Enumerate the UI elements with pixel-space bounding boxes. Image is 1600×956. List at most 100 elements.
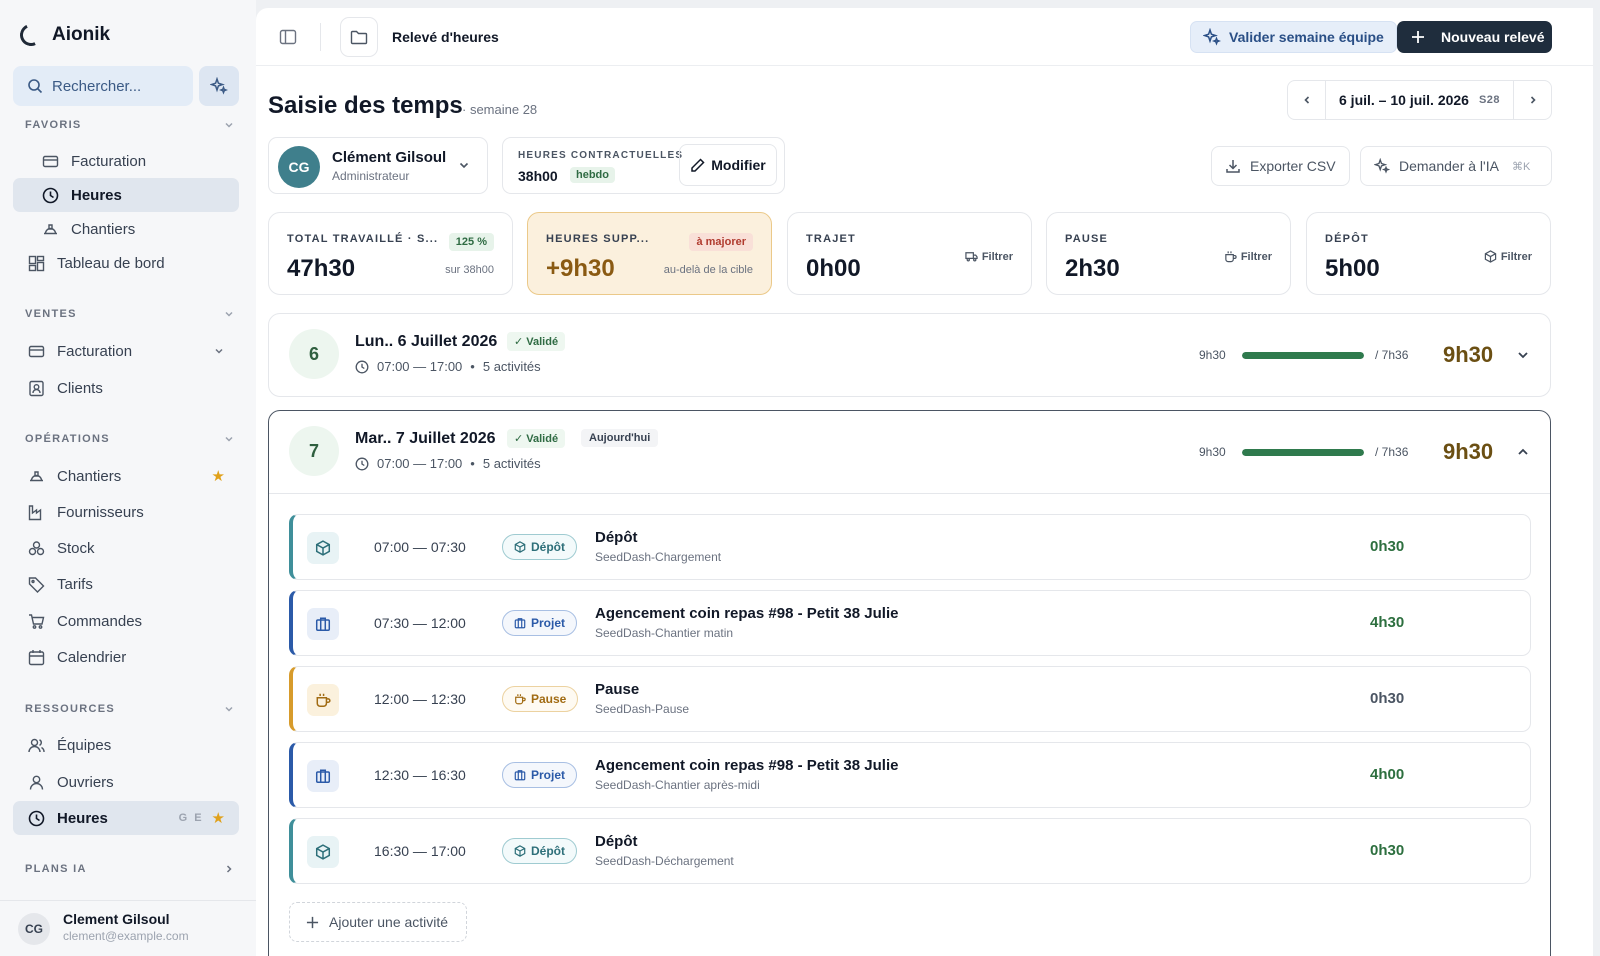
chevron-right-icon bbox=[1530, 96, 1536, 104]
day-title: Lun.. 6 Juillet 2026 bbox=[355, 333, 498, 350]
box-icon bbox=[1484, 250, 1497, 263]
filter-trajet-button[interactable]: Filtrer bbox=[965, 250, 1013, 263]
section-plans-ia[interactable]: PLANS IA bbox=[25, 863, 235, 875]
clock-icon bbox=[41, 186, 59, 204]
nav-item-tableau-de-bord[interactable]: Tableau de bord bbox=[13, 246, 239, 280]
fav-item-chantiers[interactable]: Chantiers bbox=[13, 212, 239, 246]
validate-week-button[interactable]: Valider semaine équipe bbox=[1190, 21, 1397, 53]
week-range[interactable]: 6 juil. – 10 juil. 2026 S28 bbox=[1326, 92, 1513, 108]
section-ventes[interactable]: VENTES bbox=[25, 308, 235, 320]
calendar-icon bbox=[27, 648, 45, 666]
activity-duration: 0h30 bbox=[1370, 842, 1405, 859]
chevron-down-icon[interactable] bbox=[1515, 347, 1531, 363]
chevron-down-icon bbox=[457, 158, 471, 172]
nav-label: Ouvriers bbox=[57, 773, 114, 791]
user-name: Clement Gilsoul bbox=[63, 911, 170, 927]
page-subtitle: · semaine 28 bbox=[462, 102, 538, 117]
nav-label: Clients bbox=[57, 379, 103, 397]
type-badge: Projet bbox=[502, 762, 578, 788]
nav-item-fournisseurs[interactable]: Fournisseurs bbox=[13, 495, 239, 529]
search-box[interactable] bbox=[13, 66, 193, 106]
brand[interactable]: Aionik bbox=[16, 20, 110, 50]
day-header[interactable]: 6 Lun.. 6 Juillet 2026 ✓ Validé 07:00 — … bbox=[269, 314, 1550, 396]
nav-item-facturation[interactable]: Facturation bbox=[13, 334, 239, 368]
star-icon[interactable]: ★ bbox=[212, 809, 225, 827]
activity-row[interactable]: 07:30 — 12:00 Projet Agencement coin rep… bbox=[289, 590, 1531, 656]
stat-value: 5h00 bbox=[1325, 255, 1380, 282]
day-header[interactable]: 7 Mar.. 7 Juillet 2026 ✓ Validé Aujourd'… bbox=[269, 411, 1550, 493]
chevron-down-icon bbox=[225, 706, 233, 712]
sidebar-toggle-icon[interactable] bbox=[279, 28, 297, 46]
star-icon[interactable]: ★ bbox=[212, 467, 225, 485]
employee-selector[interactable]: CG Clément Gilsoul Administrateur bbox=[268, 137, 488, 194]
nav-label: Chantiers bbox=[71, 220, 136, 238]
section-favoris[interactable]: FAVORIS bbox=[25, 119, 235, 131]
ask-ai-button[interactable]: Demander à l'IA ⌘K bbox=[1360, 146, 1552, 186]
nav-item-heures[interactable]: Heures G E ★ bbox=[13, 801, 239, 835]
nav-item-commandes[interactable]: Commandes bbox=[13, 604, 239, 638]
nav-label: Heures bbox=[57, 809, 108, 827]
status-label: Validé bbox=[526, 336, 559, 348]
folder-icon[interactable] bbox=[340, 17, 378, 57]
activity-row[interactable]: 16:30 — 17:00 Dépôt Dépôt SeedDash-Décha… bbox=[289, 818, 1531, 884]
nav-item-chantiers[interactable]: Chantiers ★ bbox=[13, 459, 239, 493]
new-timesheet-button[interactable]: Nouveau relevé bbox=[1397, 21, 1552, 53]
overtime-badge: à majorer bbox=[689, 233, 753, 251]
previous-week-button[interactable] bbox=[1288, 81, 1326, 119]
add-activity-button[interactable]: Ajouter une activité bbox=[289, 902, 467, 942]
activity-time: 07:30 — 12:00 bbox=[374, 615, 466, 631]
filter-label: Filtrer bbox=[1240, 250, 1272, 263]
activity-title: Agencement coin repas #98 - Petit 38 Jul… bbox=[595, 605, 899, 622]
fav-item-facturation[interactable]: Facturation bbox=[13, 144, 239, 178]
plus-icon bbox=[1412, 31, 1424, 43]
activity-row[interactable]: 12:00 — 12:30 Pause Pause SeedDash-Pause… bbox=[289, 666, 1531, 732]
day-card-tuesday: 7 Mar.. 7 Juillet 2026 ✓ Validé Aujourd'… bbox=[268, 410, 1551, 956]
stat-depot: DÉPÔT 5h00 Filtrer bbox=[1306, 212, 1551, 295]
section-ventes-label: VENTES bbox=[25, 308, 77, 320]
briefcase-icon bbox=[307, 760, 339, 792]
ai-sparkle-button[interactable] bbox=[199, 66, 239, 106]
user-icon bbox=[27, 773, 45, 791]
breadcrumb[interactable]: Relevé d'heures bbox=[392, 29, 499, 45]
percent-badge: 125 % bbox=[448, 233, 494, 251]
stat-value: 47h30 bbox=[287, 255, 356, 282]
filter-pause-button[interactable]: Filtrer bbox=[1224, 250, 1272, 263]
day-total: 9h30 bbox=[1443, 342, 1494, 367]
activity-row[interactable]: 07:00 — 07:30 Dépôt Dépôt SeedDash-Charg… bbox=[289, 514, 1531, 580]
employee-role: Administrateur bbox=[332, 169, 410, 183]
type-label: Projet bbox=[531, 616, 566, 630]
activity-row[interactable]: 12:30 — 16:30 Projet Agencement coin rep… bbox=[289, 742, 1531, 808]
next-week-button[interactable] bbox=[1513, 81, 1551, 119]
day-total: 9h30 bbox=[1443, 439, 1494, 464]
section-operations[interactable]: OPÉRATIONS bbox=[25, 433, 235, 445]
filter-depot-button[interactable]: Filtrer bbox=[1484, 250, 1532, 263]
nav-item-equipes[interactable]: Équipes bbox=[13, 728, 239, 762]
stat-label: TOTAL TRAVAILLÉ · S... bbox=[287, 233, 439, 245]
nav-item-stock[interactable]: Stock bbox=[13, 531, 239, 565]
activity-list: 07:00 — 07:30 Dépôt Dépôt SeedDash-Charg… bbox=[269, 493, 1550, 942]
activity-title: Agencement coin repas #98 - Petit 38 Jul… bbox=[595, 757, 899, 774]
chevron-up-icon[interactable] bbox=[1515, 444, 1531, 460]
section-ressources[interactable]: RESSOURCES bbox=[25, 703, 235, 715]
nav-item-clients[interactable]: Clients bbox=[13, 371, 239, 405]
section-ressources-label: RESSOURCES bbox=[25, 703, 116, 715]
nav-item-calendrier[interactable]: Calendrier bbox=[13, 640, 239, 674]
nav-label: Équipes bbox=[57, 736, 112, 754]
chevron-down-icon bbox=[225, 436, 233, 442]
user-profile[interactable]: CG Clement Gilsoul clement@example.com bbox=[0, 900, 256, 956]
day-progress-bar bbox=[1242, 449, 1364, 456]
activity-time: 16:30 — 17:00 bbox=[374, 843, 466, 859]
validate-week-label: Valider semaine équipe bbox=[1229, 29, 1384, 45]
search-input[interactable] bbox=[52, 77, 182, 95]
export-csv-button[interactable]: Exporter CSV bbox=[1211, 146, 1350, 186]
nav-item-ouvriers[interactable]: Ouvriers bbox=[13, 765, 239, 799]
worked-hours: 9h30 bbox=[1199, 445, 1226, 459]
progress-fill bbox=[1242, 352, 1364, 359]
stat-value: 2h30 bbox=[1065, 255, 1120, 282]
fav-item-heures[interactable]: Heures bbox=[13, 178, 239, 212]
nav-item-tarifs[interactable]: Tarifs bbox=[13, 567, 239, 601]
briefcase-icon bbox=[514, 618, 526, 629]
edit-contract-button[interactable]: Modifier bbox=[679, 144, 777, 186]
activity-time: 12:00 — 12:30 bbox=[374, 691, 466, 707]
stat-pause: PAUSE 2h30 Filtrer bbox=[1046, 212, 1291, 295]
